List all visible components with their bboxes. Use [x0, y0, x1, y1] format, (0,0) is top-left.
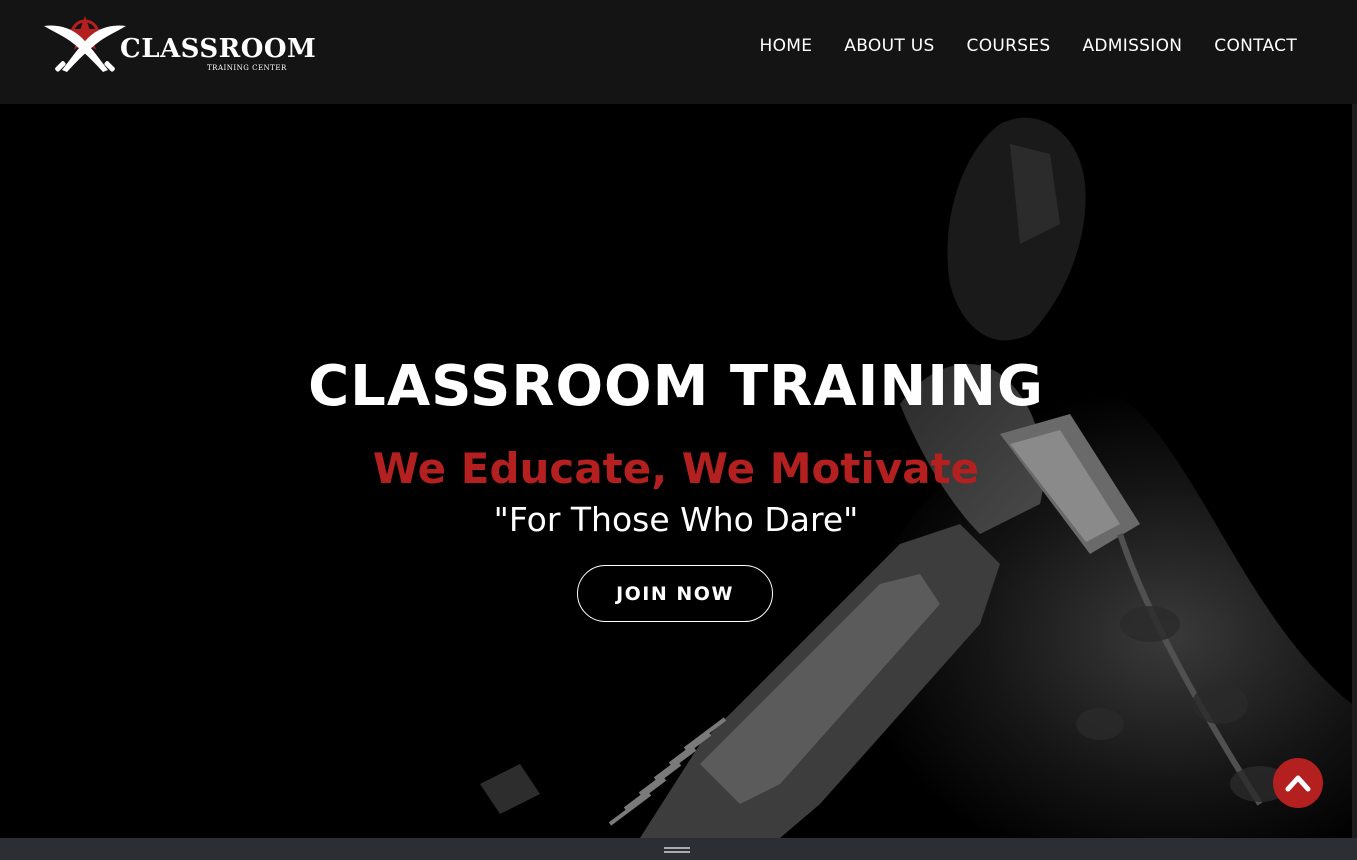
nav-courses[interactable]: COURSES	[967, 36, 1051, 56]
hero-section: CLASSROOM TRAINING We Educate, We Motiva…	[0, 104, 1352, 838]
main-nav: HOME ABOUT US COURSES ADMISSION CONTACT	[760, 36, 1297, 56]
logo-wordmark: CLASSROOM	[120, 34, 317, 64]
nav-about-us[interactable]: ABOUT US	[844, 36, 934, 56]
logo-subtitle: TRAINING CENTER	[207, 64, 287, 72]
nav-contact[interactable]: CONTACT	[1214, 36, 1297, 56]
nav-home[interactable]: HOME	[760, 36, 813, 56]
hero-title: CLASSROOM TRAINING	[308, 354, 1044, 419]
hero-quote: "For Those Who Dare"	[493, 500, 859, 539]
join-now-button[interactable]: JOIN NOW	[577, 565, 773, 622]
hero-tagline: We Educate, We Motivate	[372, 444, 980, 493]
nav-admission[interactable]: ADMISSION	[1082, 36, 1182, 56]
chevron-up-icon	[1285, 775, 1311, 792]
site-header: CLASSROOM TRAINING CENTER HOME ABOUT US …	[0, 0, 1357, 104]
page: CLASSROOM TRAINING CENTER HOME ABOUT US …	[0, 0, 1357, 860]
resize-grip-icon[interactable]	[664, 847, 690, 853]
page-scrollbar-track[interactable]	[1352, 104, 1357, 838]
scroll-to-top-button[interactable]	[1273, 758, 1323, 808]
crossed-kukri-knives-star-icon	[44, 16, 126, 72]
site-logo[interactable]: CLASSROOM TRAINING CENTER	[40, 14, 316, 76]
bottom-resize-bar	[0, 838, 1357, 860]
hero-content: CLASSROOM TRAINING We Educate, We Motiva…	[0, 104, 1352, 838]
